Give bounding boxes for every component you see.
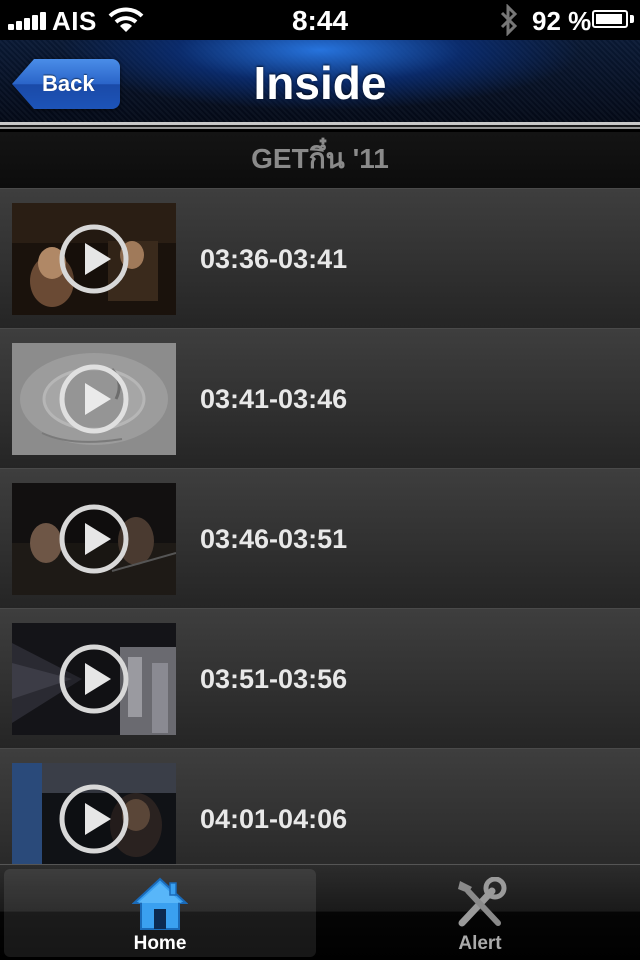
video-time-range: 03:36-03:41 [200, 244, 348, 274]
bluetooth-icon [500, 4, 518, 36]
play-icon [59, 224, 129, 294]
play-icon [59, 504, 129, 574]
video-row[interactable]: 03:46-03:51 [0, 468, 640, 608]
app-screen: AIS 8:44 92 % Back Inside GETกึ๋น '11 03… [0, 0, 640, 960]
page-title: Inside [253, 57, 387, 109]
video-row[interactable]: 03:36-03:41 [0, 188, 640, 328]
tools-icon [458, 877, 507, 927]
video-thumbnail[interactable] [12, 203, 176, 315]
video-thumbnail[interactable] [12, 343, 176, 455]
section-header: GETกึ๋น '11 [0, 132, 640, 188]
tab-home[interactable]: Home [4, 869, 316, 957]
tab-bar: Home Alert [0, 864, 640, 960]
video-thumbnail[interactable] [12, 623, 176, 735]
play-icon [59, 364, 129, 434]
tab-alert-label: Alert [458, 933, 502, 954]
house-icon [132, 877, 188, 930]
play-icon [59, 784, 129, 854]
video-time-range: 03:41-03:46 [200, 384, 348, 414]
status-bar: AIS 8:44 92 % [0, 0, 640, 40]
tab-home-label: Home [133, 933, 187, 954]
video-time-range: 04:01-04:06 [200, 804, 348, 834]
play-icon [59, 644, 129, 714]
video-time-range: 03:51-03:56 [200, 664, 348, 694]
battery-icon [592, 10, 628, 28]
video-time-range: 03:46-03:51 [200, 524, 348, 554]
video-row[interactable]: 04:01-04:06 [0, 748, 640, 864]
video-list[interactable]: 03:36-03:41 03:41-03:46 03:46-03:51 03:5… [0, 188, 640, 864]
nav-divider [0, 122, 640, 132]
video-row[interactable]: 03:41-03:46 [0, 328, 640, 468]
video-row[interactable]: 03:51-03:56 [0, 608, 640, 748]
video-thumbnail[interactable] [12, 763, 176, 864]
navigation-bar: Back Inside [0, 40, 640, 122]
video-thumbnail[interactable] [12, 483, 176, 595]
battery-percentage: 92 % [532, 6, 592, 36]
tab-alert[interactable]: Alert [324, 869, 636, 957]
